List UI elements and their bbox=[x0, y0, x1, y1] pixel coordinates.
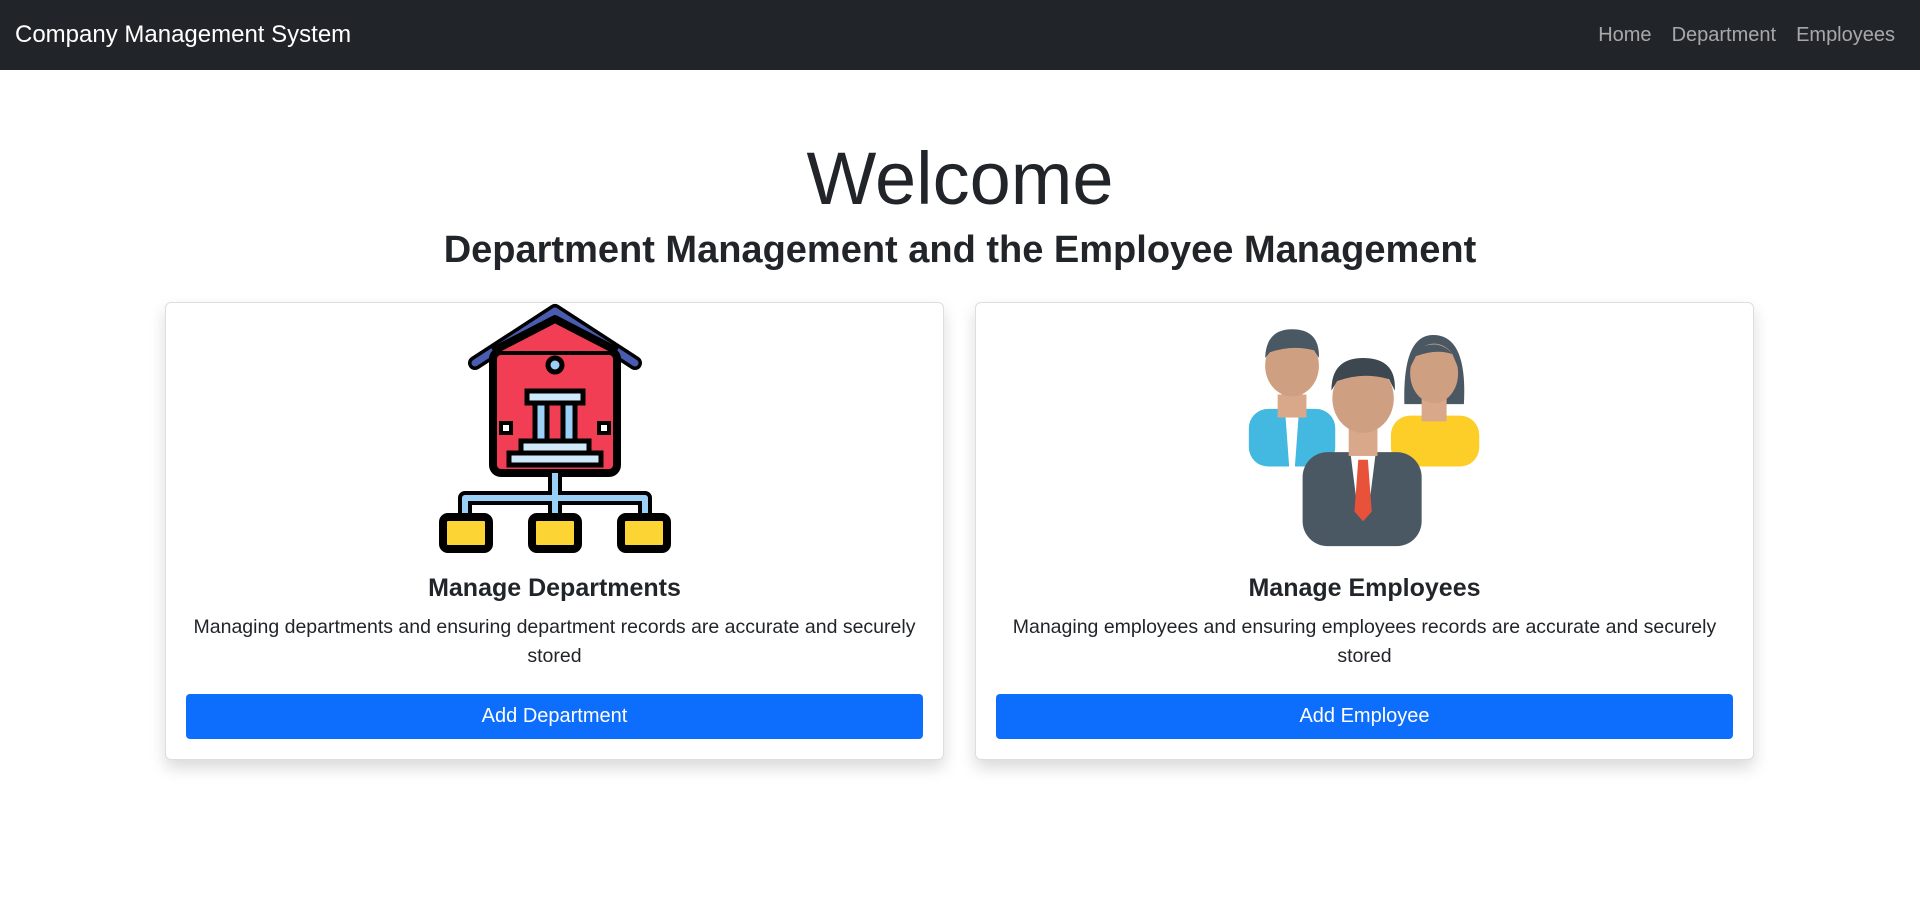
department-card: Manage Departments Managing departments … bbox=[165, 302, 944, 760]
nav-link-home[interactable]: Home bbox=[1588, 24, 1661, 47]
employees-card-text: Managing employees and ensuring employee… bbox=[1012, 616, 1717, 668]
department-building-icon bbox=[435, 303, 675, 558]
nav-link-employees[interactable]: Employees bbox=[1786, 24, 1905, 47]
department-card-text: Managing departments and ensuring depart… bbox=[193, 616, 916, 668]
brand-link[interactable]: Company Management System bbox=[15, 21, 351, 49]
welcome-title: Welcome bbox=[806, 137, 1114, 220]
nav-links: Home Department Employees bbox=[1588, 24, 1905, 47]
employees-group-icon bbox=[1245, 303, 1485, 558]
employees-card: Manage Employees Managing employees and … bbox=[975, 302, 1754, 760]
nav-link-department[interactable]: Department bbox=[1662, 24, 1787, 47]
add-department-button[interactable]: Add Department bbox=[186, 693, 923, 739]
cards-row: Manage Departments Managing departments … bbox=[165, 302, 1754, 760]
add-employee-button[interactable]: Add Employee bbox=[996, 693, 1733, 739]
department-card-title: Manage Departments bbox=[428, 574, 681, 602]
page-subtitle: Department Management and the Employee M… bbox=[443, 228, 1477, 271]
navbar: Company Management System Home Departmen… bbox=[0, 0, 1920, 70]
employees-card-title: Manage Employees bbox=[1248, 574, 1481, 602]
